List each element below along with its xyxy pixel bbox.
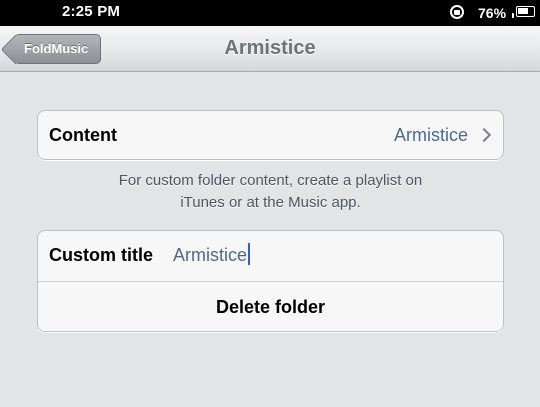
back-button-label: FoldMusic: [24, 41, 89, 56]
status-bar: 2:25 PM 76%: [0, 0, 540, 26]
content-cell[interactable]: Content Armistice: [38, 111, 503, 161]
rotation-lock-icon: [450, 5, 464, 19]
custom-title-input[interactable]: Armistice: [173, 231, 251, 279]
custom-title-label: Custom title: [49, 245, 154, 265]
back-button[interactable]: FoldMusic: [14, 34, 101, 64]
status-time: 2:25 PM: [62, 3, 121, 20]
battery-fill: [518, 8, 528, 14]
delete-folder-cell[interactable]: Delete folder: [38, 281, 503, 332]
navigation-bar: Armistice FoldMusic: [0, 26, 540, 72]
content-value: Armistice: [393, 125, 468, 145]
content-footer-note: For custom folder content, create a play…: [37, 170, 504, 214]
delete-folder-button[interactable]: Delete folder: [38, 282, 503, 332]
content-group: Content Armistice: [37, 110, 504, 160]
footer-note-line-2: iTunes or at the Music app.: [180, 194, 361, 211]
battery-icon: [512, 6, 535, 18]
title-group: Custom title Armistice Delete folder: [37, 230, 504, 332]
chevron-right-icon: [476, 127, 492, 143]
content-label: Content: [49, 125, 117, 145]
custom-title-value: Armistice: [173, 245, 248, 265]
custom-title-cell: Custom title Armistice: [38, 231, 503, 281]
battery-percentage: 76%: [478, 5, 507, 21]
footer-note-line-1: For custom folder content, create a play…: [118, 172, 423, 189]
text-cursor: [248, 243, 251, 265]
battery-nub: [512, 13, 514, 18]
